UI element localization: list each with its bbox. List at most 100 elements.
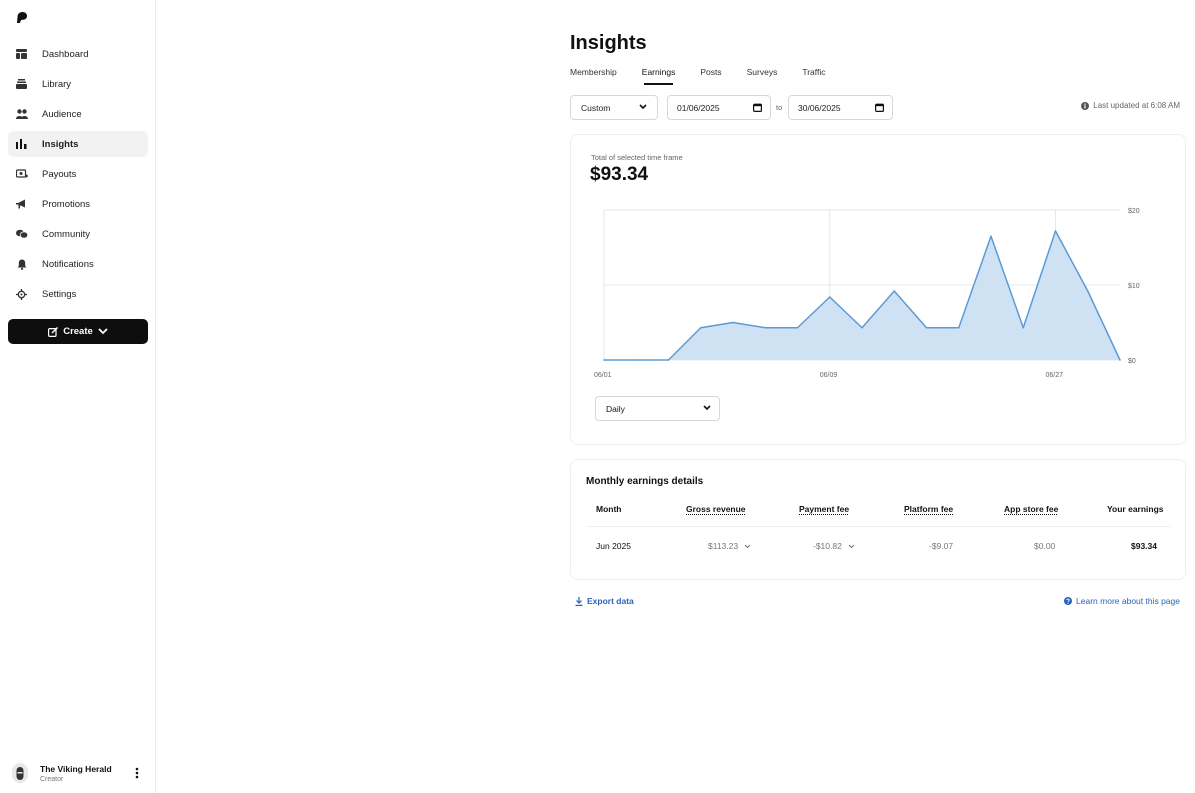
chart-point: [1022, 326, 1025, 329]
help-icon: [1064, 597, 1073, 605]
sidebar-item-label: Insights: [42, 138, 79, 150]
range-select-value: Custom: [581, 102, 611, 113]
range-select[interactable]: Custom: [570, 95, 658, 120]
chart-y-tick: $20: [1128, 208, 1140, 215]
sidebar-item-label: Community: [42, 228, 91, 240]
column-header-payment-fee[interactable]: Payment fee: [799, 504, 849, 514]
chevron-down-icon: [703, 405, 711, 411]
monthly-earnings-table: Monthly earnings details Month Gross rev…: [570, 459, 1186, 580]
tab-membership[interactable]: Membership: [570, 67, 617, 85]
cell-your-earnings: $93.34: [1131, 541, 1157, 551]
sidebar-item-promotions[interactable]: Promotions: [8, 191, 148, 217]
create-button-label: Create: [63, 326, 93, 337]
sidebar-item-library[interactable]: Library: [8, 71, 148, 97]
sidebar-item-community[interactable]: Community: [8, 221, 148, 247]
chart-point: [925, 326, 928, 329]
sidebar-item-label: Audience: [42, 108, 82, 120]
page-title: Insights: [570, 32, 647, 54]
tab-surveys[interactable]: Surveys: [747, 67, 778, 85]
date-controls: Custom 01/06/2025 to 30/06/2025 Last upd…: [570, 95, 1180, 120]
sidebar-item-audience[interactable]: Audience: [8, 101, 148, 127]
payment-fee-value: -$10.82: [813, 541, 842, 551]
export-data-label: Export data: [587, 596, 634, 606]
calendar-icon[interactable]: [875, 103, 884, 112]
end-date-input[interactable]: 30/06/2025: [788, 95, 893, 120]
patreon-logo-icon[interactable]: [17, 12, 27, 23]
chart-x-tick: 06/09: [820, 372, 838, 379]
chart-point: [828, 296, 831, 298]
megaphone-icon: [15, 198, 28, 211]
column-header-month: Month: [596, 504, 622, 514]
date-range-separator: to: [776, 103, 783, 112]
chart-y-tick: $0: [1128, 358, 1136, 365]
cell-payment-fee[interactable]: -$10.82: [813, 541, 855, 551]
chart-point: [603, 359, 605, 361]
sidebar-item-label: Payouts: [42, 168, 77, 180]
chart-point: [764, 326, 767, 329]
sidebar-item-dashboard[interactable]: Dashboard: [8, 41, 148, 67]
sidebar-item-label: Dashboard: [42, 48, 89, 60]
compose-icon: [48, 326, 59, 337]
chevron-down-icon: [745, 544, 751, 549]
chart-point: [1054, 230, 1057, 232]
sidebar-nav: Dashboard Library Audience Insights Payo…: [8, 41, 148, 311]
tab-posts[interactable]: Posts: [700, 67, 721, 85]
column-header-app-store-fee[interactable]: App store fee: [1004, 504, 1058, 514]
sidebar-item-insights[interactable]: Insights: [8, 131, 148, 157]
column-header-your-earnings: Your earnings: [1107, 504, 1164, 514]
end-date-value: 30/06/2025: [798, 102, 841, 113]
granularity-value: Daily: [606, 403, 625, 414]
avatar: [12, 763, 28, 783]
granularity-select[interactable]: Daily: [595, 396, 720, 421]
sidebar-item-label: Promotions: [42, 198, 91, 210]
chevron-down-icon: [98, 328, 108, 335]
cell-gross-revenue[interactable]: $113.23: [708, 541, 751, 551]
sidebar-item-payouts[interactable]: Payouts: [8, 161, 148, 187]
library-icon: [15, 78, 28, 91]
community-icon: [15, 228, 28, 241]
more-options-icon[interactable]: [135, 767, 139, 779]
audience-icon: [15, 108, 28, 121]
payouts-icon: [15, 168, 28, 181]
start-date-input[interactable]: 01/06/2025: [667, 95, 771, 120]
insights-icon: [15, 138, 28, 151]
column-header-gross-revenue[interactable]: Gross revenue: [686, 504, 746, 514]
chart-y-tick: $10: [1128, 283, 1140, 290]
chart-point: [893, 290, 896, 292]
sidebar-item-settings[interactable]: Settings: [8, 281, 148, 307]
last-updated: Last updated at 6:08 AM: [1081, 101, 1180, 110]
create-button[interactable]: Create: [8, 319, 148, 344]
learn-more-label: Learn more about this page: [1076, 596, 1180, 606]
cell-platform-fee: -$9.07: [929, 541, 954, 551]
calendar-icon[interactable]: [753, 103, 762, 112]
info-icon: [1081, 101, 1090, 110]
table-title: Monthly earnings details: [586, 476, 704, 487]
tab-earnings[interactable]: Earnings: [642, 67, 675, 85]
download-icon: [575, 596, 583, 606]
profile-name: The Viking Herald: [40, 763, 112, 774]
gross-revenue-value: $113.23: [708, 541, 739, 551]
gear-icon: [15, 288, 28, 301]
start-date-value: 01/06/2025: [677, 102, 720, 113]
bell-icon: [15, 258, 28, 271]
column-header-platform-fee[interactable]: Platform fee: [904, 504, 953, 514]
dashboard-icon: [15, 48, 28, 61]
profile-role: Creator: [40, 775, 64, 783]
chevron-down-icon: [639, 104, 647, 110]
chevron-down-icon: [848, 544, 855, 549]
chart-point: [667, 359, 670, 361]
sidebar: Dashboard Library Audience Insights Payo…: [0, 0, 156, 793]
chart-point: [732, 321, 734, 324]
sidebar-item-label: Notifications: [42, 258, 94, 270]
chart-point: [796, 326, 799, 329]
export-data-link[interactable]: Export data: [575, 596, 634, 606]
chart-point: [1086, 290, 1089, 292]
profile-menu[interactable]: The Viking Herald Creator: [12, 760, 147, 786]
sidebar-item-label: Settings: [42, 288, 77, 300]
tab-traffic[interactable]: Traffic: [802, 67, 825, 85]
sidebar-item-label: Library: [42, 78, 72, 90]
learn-more-link[interactable]: Learn more about this page: [1064, 596, 1180, 606]
chart-point: [957, 326, 960, 329]
chart-point: [635, 359, 638, 361]
sidebar-item-notifications[interactable]: Notifications: [8, 251, 148, 277]
